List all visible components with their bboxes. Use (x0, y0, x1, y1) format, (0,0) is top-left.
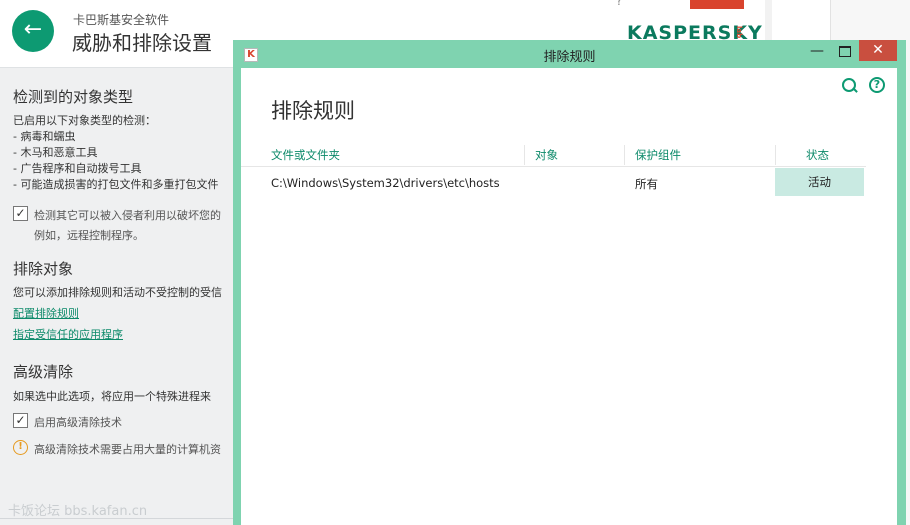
exclusions-description: 您可以添加排除规则和活动不受控制的受信 (13, 286, 222, 299)
cell-component: 所有 (635, 177, 658, 191)
advanced-description: 如果选中此选项，将应用一个特殊进程来 (13, 390, 211, 403)
kaspersky-logo-lab: lab (735, 26, 743, 39)
background-window-pane (772, 0, 830, 40)
detect-other-label: 检测其它可以被入侵者利用以破坏您的 (34, 209, 221, 222)
dialog-content: ? 排除规则 文件或文件夹 对象 保护组件 状态 C:\Windows\Syst… (241, 68, 897, 525)
detect-other-checkbox[interactable]: ✓ (13, 206, 28, 221)
exclusion-rules-dialog: 排除规则 K — ✕ ? 排除规则 文件或文件夹 对象 保护组件 状态 C:\W… (233, 40, 906, 525)
window-close-button[interactable] (690, 0, 744, 9)
advanced-disinfection-checkbox[interactable]: ✓ (13, 413, 28, 428)
detected-item: - 木马和恶意工具 (13, 146, 98, 159)
back-button[interactable]: ← (12, 10, 54, 52)
table-row[interactable]: C:\Windows\System32\drivers\etc\hosts 所有… (241, 167, 866, 197)
section-title-advanced-disinfection: 高级清除 (13, 363, 74, 381)
close-button[interactable]: ✕ (859, 40, 897, 61)
detected-item: - 可能造成损害的打包文件和多重打包文件 (13, 178, 219, 191)
column-divider[interactable] (524, 145, 525, 165)
detected-item: - 广告程序和自动拨号工具 (13, 162, 142, 175)
detected-intro: 已启用以下对象类型的检测： (13, 114, 156, 127)
warning-icon: ! (13, 440, 28, 455)
section-title-exclusions: 排除对象 (13, 260, 74, 278)
status-badge[interactable]: 活动 (775, 168, 864, 196)
help-icon[interactable]: ? (616, 0, 622, 8)
column-header-object[interactable]: 对象 (535, 147, 558, 163)
column-divider[interactable] (624, 145, 625, 165)
section-title-detected-objects: 检测到的对象类型 (13, 88, 134, 106)
detect-other-note: 例如，远程控制程序。 (34, 229, 144, 242)
column-header-status[interactable]: 状态 (806, 147, 829, 163)
forum-watermark: 卡饭论坛 bbs.kafan.cn (8, 504, 148, 519)
cell-path: C:\Windows\System32\drivers\etc\hosts (271, 176, 500, 190)
maximize-button[interactable] (831, 42, 859, 62)
dialog-heading: 排除规则 (271, 99, 355, 123)
advanced-disinfection-label: 启用高级清除技术 (34, 416, 122, 429)
search-icon[interactable] (841, 77, 859, 95)
dialog-titlebar[interactable]: 排除规则 K — ✕ (233, 40, 906, 68)
help-icon[interactable]: ? (869, 77, 885, 93)
column-header-file-or-folder[interactable]: 文件或文件夹 (271, 147, 340, 163)
detected-item: - 病毒和蠕虫 (13, 130, 76, 143)
column-header-protection-component[interactable]: 保护组件 (635, 147, 681, 163)
configure-exclusion-rules-link[interactable]: 配置排除规则 (13, 305, 79, 321)
kaspersky-app-icon: K (244, 48, 258, 62)
app-name: 卡巴斯基安全软件 (73, 13, 170, 27)
advanced-warning-text: 高级清除技术需要占用大量的计算机资 (34, 443, 221, 456)
page-title: 威胁和排除设置 (72, 31, 212, 55)
column-divider[interactable] (775, 145, 776, 165)
minimize-button[interactable]: — (803, 42, 831, 62)
trusted-applications-link[interactable]: 指定受信任的应用程序 (13, 326, 123, 342)
